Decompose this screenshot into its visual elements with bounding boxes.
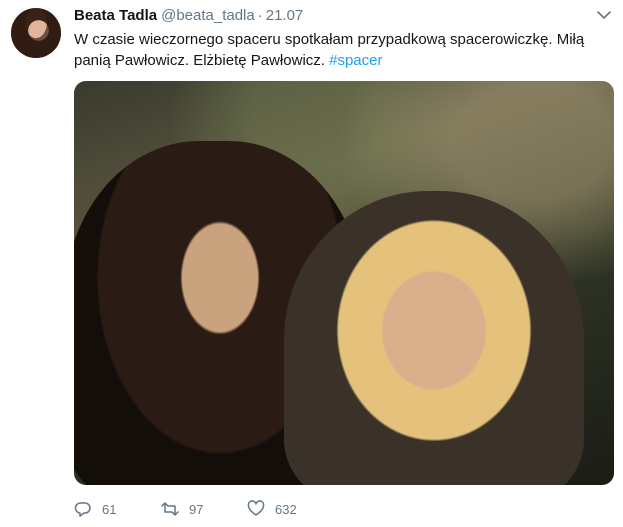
tweet-text: W czasie wieczornego spaceru spotkałam p… xyxy=(74,29,604,71)
avatar-image xyxy=(11,8,61,58)
avatar[interactable] xyxy=(11,8,61,58)
reply-count: 61 xyxy=(102,501,117,517)
tweet-photo[interactable] xyxy=(74,81,614,485)
separator-dot: · xyxy=(257,7,263,24)
retweet-count: 97 xyxy=(189,501,204,517)
tweet-date[interactable]: 21.07 xyxy=(266,7,304,24)
hashtag-link[interactable]: #spacer xyxy=(329,52,382,69)
retweet-icon xyxy=(161,500,179,518)
like-button[interactable]: 632 xyxy=(247,498,297,520)
photo-person-right xyxy=(284,191,584,485)
author-name[interactable]: Beata Tadla xyxy=(74,7,157,24)
retweet-button[interactable]: 97 xyxy=(161,498,203,520)
reply-button[interactable]: 61 xyxy=(74,498,116,520)
chevron-down-icon[interactable] xyxy=(597,9,611,21)
author-handle[interactable]: @beata_tadla xyxy=(161,7,255,24)
tweet-card[interactable]: Beata Tadla @beata_tadla · 21.07 W czasie w… xyxy=(0,0,623,527)
heart-icon xyxy=(247,500,265,518)
reply-icon xyxy=(74,500,92,518)
like-count: 632 xyxy=(275,501,297,517)
tweet-header: Beata Tadla @beata_tadla · 21.07 xyxy=(74,7,303,25)
